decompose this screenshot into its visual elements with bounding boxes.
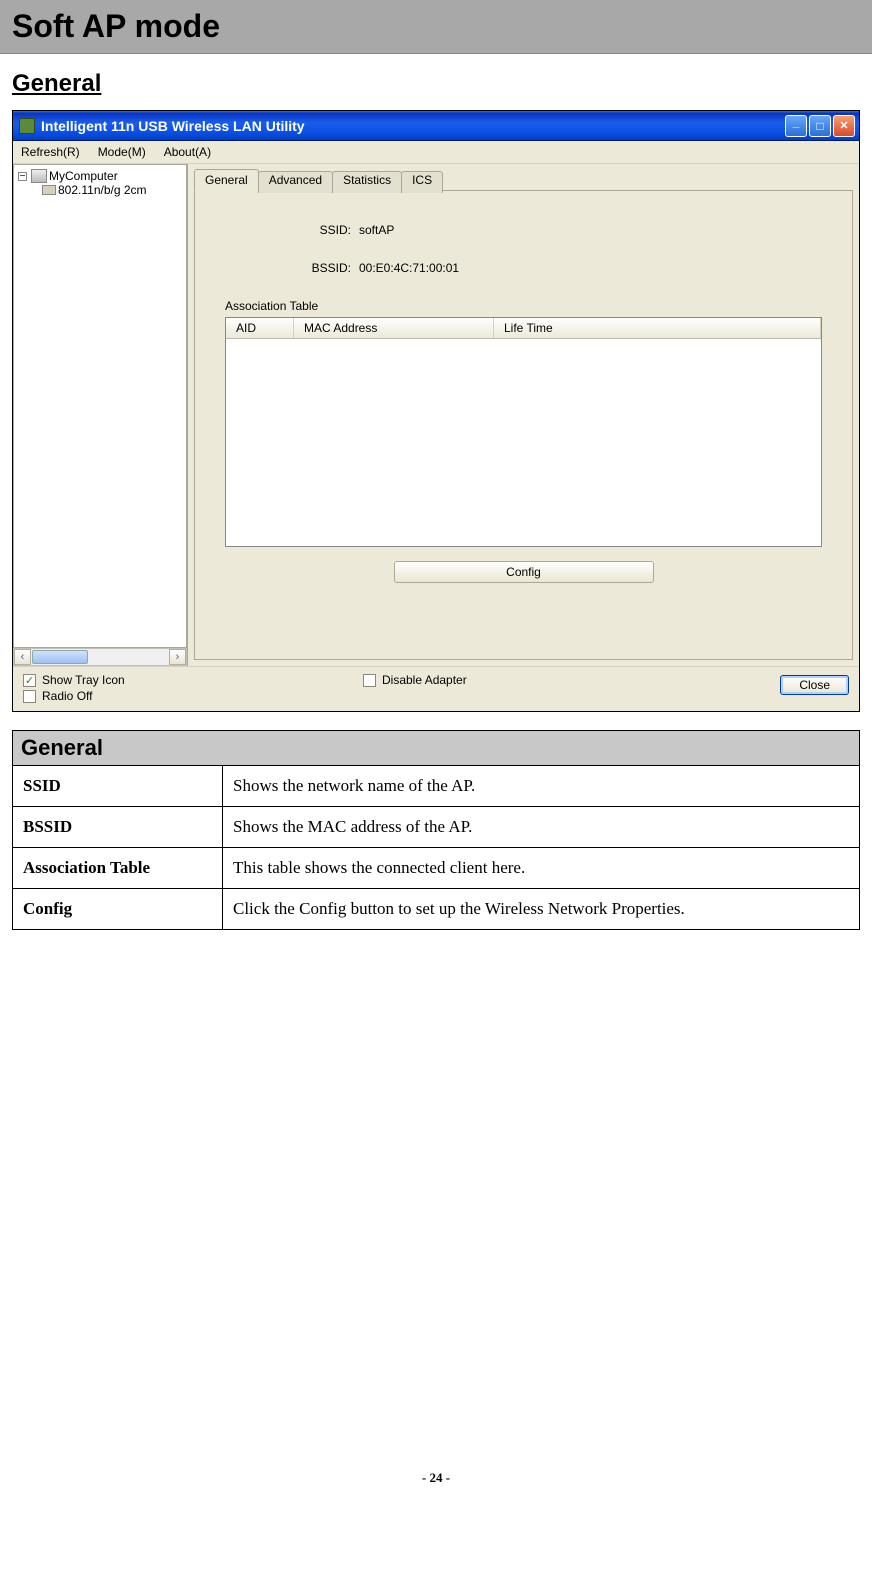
window-title: Intelligent 11n USB Wireless LAN Utility xyxy=(41,118,785,134)
tab-strip: General Advanced Statistics ICS xyxy=(194,169,853,191)
footer-right: Close xyxy=(780,673,849,695)
menu-about[interactable]: About(A) xyxy=(160,143,215,161)
tree-child-label: 802.11n/b/g 2cm xyxy=(58,183,147,197)
ssid-value: softAP xyxy=(359,223,394,237)
desc-key: BSSID xyxy=(13,807,223,848)
tab-advanced[interactable]: Advanced xyxy=(258,171,333,193)
desc-val: This table shows the connected client he… xyxy=(223,848,860,889)
table-row: Config Click the Config button to set up… xyxy=(13,889,860,930)
computer-icon xyxy=(31,169,47,183)
close-button[interactable]: Close xyxy=(780,675,849,695)
column-lifetime[interactable]: Life Time xyxy=(494,318,821,338)
section-heading: General xyxy=(0,54,872,110)
page-number: - 24 - xyxy=(0,930,872,1506)
footer-left: ✓ Show Tray Icon Radio Off xyxy=(23,673,363,703)
table-row: Association Table This table shows the c… xyxy=(13,848,860,889)
bssid-row: BSSID: 00:E0:4C:71:00:01 xyxy=(295,261,832,275)
column-mac[interactable]: MAC Address xyxy=(294,318,494,338)
close-window-button[interactable] xyxy=(833,115,855,137)
tree-child[interactable]: 802.11n/b/g 2cm xyxy=(42,183,182,197)
app-window: Intelligent 11n USB Wireless LAN Utility… xyxy=(12,110,860,712)
minimize-button[interactable] xyxy=(785,115,807,137)
desc-val: Shows the network name of the AP. xyxy=(223,766,860,807)
scroll-left-icon[interactable]: ‹ xyxy=(14,649,31,665)
disable-adapter-row[interactable]: Disable Adapter xyxy=(363,673,780,687)
tab-general[interactable]: General xyxy=(194,169,259,191)
description-table: General SSID Shows the network name of t… xyxy=(12,730,860,930)
column-aid[interactable]: AID xyxy=(226,318,294,338)
bssid-value: 00:E0:4C:71:00:01 xyxy=(359,261,459,275)
table-row: SSID Shows the network name of the AP. xyxy=(13,766,860,807)
window-buttons xyxy=(785,115,855,137)
association-table[interactable]: AID MAC Address Life Time xyxy=(225,317,822,547)
association-table-header: AID MAC Address Life Time xyxy=(226,318,821,339)
disable-adapter-label: Disable Adapter xyxy=(382,673,467,687)
disable-adapter-checkbox[interactable] xyxy=(363,674,376,687)
ssid-label: SSID: xyxy=(295,223,351,237)
desc-key: Association Table xyxy=(13,848,223,889)
desc-key: Config xyxy=(13,889,223,930)
menu-refresh[interactable]: Refresh(R) xyxy=(17,143,84,161)
horizontal-scrollbar[interactable]: ‹ › xyxy=(13,648,187,666)
tab-ics[interactable]: ICS xyxy=(401,171,443,193)
association-fieldset: Association Table AID MAC Address Life T… xyxy=(225,299,822,583)
show-tray-checkbox[interactable]: ✓ xyxy=(23,674,36,687)
tab-general-body: SSID: softAP BSSID: 00:E0:4C:71:00:01 As… xyxy=(194,190,853,660)
window-footer: ✓ Show Tray Icon Radio Off Disable Adapt… xyxy=(13,666,859,711)
menu-mode[interactable]: Mode(M) xyxy=(94,143,150,161)
show-tray-row[interactable]: ✓ Show Tray Icon xyxy=(23,673,363,687)
config-button[interactable]: Config xyxy=(394,561,654,583)
radio-off-row[interactable]: Radio Off xyxy=(23,689,363,703)
tab-statistics[interactable]: Statistics xyxy=(332,171,402,193)
app-icon xyxy=(19,118,35,134)
maximize-button[interactable] xyxy=(809,115,831,137)
collapse-icon[interactable]: − xyxy=(18,172,27,181)
page-title: Soft AP mode xyxy=(12,8,860,45)
ssid-row: SSID: softAP xyxy=(295,223,832,237)
table-row: BSSID Shows the MAC address of the AP. xyxy=(13,807,860,848)
radio-off-checkbox[interactable] xyxy=(23,690,36,703)
device-tree-panel: − MyComputer 802.11n/b/g 2cm ‹ › xyxy=(13,164,188,666)
config-button-row: Config xyxy=(225,561,822,583)
desc-val: Click the Config button to set up the Wi… xyxy=(223,889,860,930)
tree-root[interactable]: − MyComputer xyxy=(18,169,182,183)
radio-off-label: Radio Off xyxy=(42,689,92,703)
desc-key: SSID xyxy=(13,766,223,807)
device-tree[interactable]: − MyComputer 802.11n/b/g 2cm xyxy=(13,164,187,648)
desc-val: Shows the MAC address of the AP. xyxy=(223,807,860,848)
scroll-right-icon[interactable]: › xyxy=(169,649,186,665)
show-tray-label: Show Tray Icon xyxy=(42,673,125,687)
bssid-label: BSSID: xyxy=(295,261,351,275)
tree-root-label: MyComputer xyxy=(49,169,118,183)
titlebar: Intelligent 11n USB Wireless LAN Utility xyxy=(13,111,859,141)
main-panel: General Advanced Statistics ICS SSID: so… xyxy=(188,164,859,666)
window-body: − MyComputer 802.11n/b/g 2cm ‹ › General xyxy=(13,164,859,666)
footer-mid: Disable Adapter xyxy=(363,673,780,687)
menubar: Refresh(R) Mode(M) About(A) xyxy=(13,141,859,164)
desc-table-header: General xyxy=(13,731,860,766)
page-title-bar: Soft AP mode xyxy=(0,0,872,54)
association-label: Association Table xyxy=(225,299,822,313)
scroll-thumb[interactable] xyxy=(32,650,88,664)
adapter-icon xyxy=(42,185,56,195)
